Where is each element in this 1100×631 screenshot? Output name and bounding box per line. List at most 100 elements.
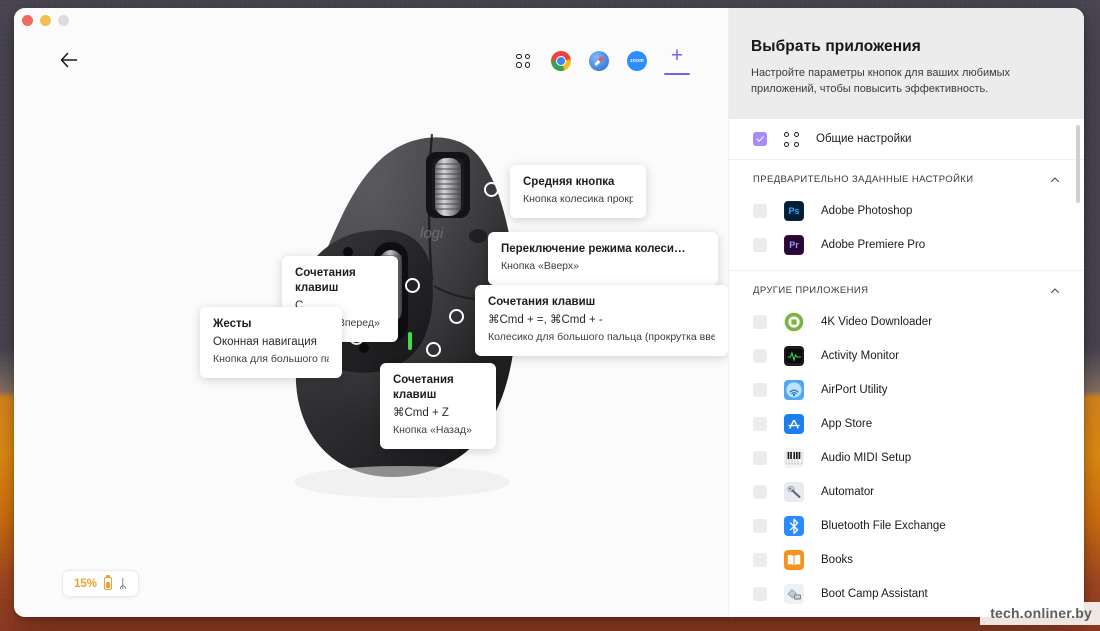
list-item-airport-utility[interactable]: AirPort Utility (729, 373, 1084, 407)
callout-value: Оконная навигация (213, 336, 317, 348)
checkbox-airport-utility[interactable] (753, 383, 767, 397)
grid-dots-icon (515, 53, 531, 69)
checkbox-adobe-photoshop[interactable] (753, 204, 767, 218)
section-title: ПРЕДВАРИТЕЛЬНО ЗАДАННЫЕ НАСТРОЙКИ (753, 174, 974, 185)
callout-thumbwheel-shortcut[interactable]: Сочетания клавиш ⌘Cmd + =, ⌘Cmd + - Коле… (475, 285, 728, 356)
safari-icon (589, 50, 609, 71)
checkbox-bluetooth-file-exchange[interactable] (753, 519, 767, 533)
list-item-general-settings[interactable]: Общие настройки (729, 119, 1084, 159)
automator-icon (784, 482, 804, 502)
list-item-app-store[interactable]: App Store (729, 407, 1084, 441)
section-title: ДРУГИЕ ПРИЛОЖЕНИЯ (753, 285, 869, 296)
audio-midi-setup-icon (784, 448, 804, 468)
list-item-label: Activity Monitor (821, 350, 899, 362)
4k-video-downloader-icon (784, 312, 804, 332)
checkbox-4k-video-downloader[interactable] (753, 315, 767, 329)
select-applications-panel: Выбрать приложения Настройте параметры к… (728, 8, 1084, 617)
section-header-presets[interactable]: ПРЕДВАРИТЕЛЬНО ЗАДАННЫЕ НАСТРОЙКИ (729, 159, 1084, 194)
app-store-icon (784, 414, 804, 434)
chrome-icon (551, 50, 571, 71)
checkbox-automator[interactable] (753, 485, 767, 499)
hotspot-middle-button[interactable] (484, 182, 499, 197)
section-header-other-apps[interactable]: ДРУГИЕ ПРИЛОЖЕНИЯ (729, 270, 1084, 305)
list-item-books[interactable]: Books (729, 543, 1084, 577)
svg-text:logi: logi (420, 225, 444, 242)
callout-title: Жесты (213, 318, 252, 330)
application-list[interactable]: Общие настройки ПРЕДВАРИТЕЛЬНО ЗАДАННЫЕ … (729, 119, 1084, 617)
scrollbar-thumb[interactable] (1076, 125, 1080, 203)
list-item-4k-video-downloader[interactable]: 4K Video Downloader (729, 305, 1084, 339)
list-item-label: Adobe Photoshop (821, 205, 913, 217)
checkbox-app-store[interactable] (753, 417, 767, 431)
callout-subtitle: Кнопка для большого пальца (213, 353, 329, 365)
callout-title: Средняя кнопка (523, 176, 615, 188)
panel-description: Настройте параметры кнопок для ваших люб… (751, 67, 1011, 95)
books-icon (784, 550, 804, 570)
checkbox-books[interactable] (753, 553, 767, 567)
checkbox-boot-camp-assistant[interactable] (753, 587, 767, 601)
panel-header: Выбрать приложения Настройте параметры к… (729, 8, 1084, 119)
minimize-window-button[interactable] (40, 15, 51, 26)
adobe-photoshop-icon: Ps (784, 201, 804, 221)
tab-general-settings[interactable] (512, 50, 534, 72)
plus-icon: + (670, 44, 684, 67)
callout-value: ⌘Cmd + Z (393, 407, 449, 419)
callout-subtitle: Кнопка колесика прокрутки (523, 193, 633, 205)
list-item-label: Boot Camp Assistant (821, 588, 928, 600)
grid-dots-icon (784, 131, 799, 147)
logi-options-window: zoom + logi Средняя кнопка Кнопка колеси… (14, 8, 1084, 617)
checkbox-adobe-premiere-pro[interactable] (753, 238, 767, 252)
adobe-premiere-pro-icon: Pr (784, 235, 804, 255)
list-item-label: Adobe Premiere Pro (821, 239, 926, 251)
callout-title: Сочетания клавиш (488, 296, 596, 308)
back-arrow-icon (60, 52, 78, 68)
scrollbar-track[interactable] (1076, 125, 1080, 611)
hotspot-thumbwheel[interactable] (449, 309, 464, 324)
list-item-label: AirPort Utility (821, 384, 888, 396)
checkbox-activity-monitor[interactable] (753, 349, 767, 363)
hotspot-back-button[interactable] (426, 342, 441, 357)
tab-safari[interactable] (588, 50, 610, 72)
callout-back-shortcut[interactable]: Сочетания клавиш ⌘Cmd + Z Кнопка «Назад» (380, 363, 496, 449)
list-item-label: App Store (821, 418, 873, 430)
callout-value: ⌘Cmd + =, ⌘Cmd + - (488, 314, 603, 326)
zoom-icon: zoom (627, 50, 647, 71)
list-item-label: Общие настройки (816, 133, 912, 145)
list-item-automator[interactable]: Automator (729, 475, 1084, 509)
callout-middle-button[interactable]: Средняя кнопка Кнопка колесика прокрутки (510, 165, 646, 218)
callout-title: Переключение режима колеси… (501, 243, 686, 255)
list-item-audio-midi-setup[interactable]: Audio MIDI Setup (729, 441, 1084, 475)
callout-gestures[interactable]: Жесты Оконная навигация Кнопка для больш… (200, 307, 342, 378)
chevron-up-icon (1050, 287, 1060, 293)
list-item-adobe-photoshop[interactable]: Ps Adobe Photoshop (729, 194, 1084, 228)
callout-title: Сочетания клавиш (393, 374, 454, 401)
add-application-button[interactable]: + (664, 44, 690, 75)
app-tab-strip: zoom + (512, 44, 690, 75)
list-item-bluetooth-file-exchange[interactable]: Bluetooth File Exchange (729, 509, 1084, 543)
battery-status-chip[interactable]: 15% ᛦ (62, 570, 139, 597)
bluetooth-icon: ᛦ (119, 576, 127, 591)
list-item-label: Bluetooth File Exchange (821, 520, 946, 532)
tab-chrome[interactable] (550, 50, 572, 72)
list-item-label: Audio MIDI Setup (821, 452, 912, 464)
back-button[interactable] (58, 49, 80, 71)
maximize-window-button[interactable] (58, 15, 69, 26)
callout-title: Сочетания клавиш (295, 267, 356, 294)
hotspot-forward-button[interactable] (405, 278, 420, 293)
checkbox-audio-midi-setup[interactable] (753, 451, 767, 465)
callout-wheel-mode-toggle[interactable]: Переключение режима колеси… Кнопка «Ввер… (488, 232, 718, 285)
chevron-up-icon (1050, 176, 1060, 182)
panel-title: Выбрать приложения (751, 38, 921, 55)
list-item-adobe-premiere-pro[interactable]: Pr Adobe Premiere Pro (729, 228, 1084, 262)
callout-subtitle: Кнопка «Вверх» (501, 260, 579, 272)
checkbox-general-settings[interactable] (753, 132, 767, 146)
airport-utility-icon (784, 380, 804, 400)
active-tab-indicator (664, 73, 690, 75)
callout-subtitle: Кнопка «Назад» (393, 424, 472, 436)
list-item-activity-monitor[interactable]: Activity Monitor (729, 339, 1084, 373)
device-configuration-pane: zoom + logi Средняя кнопка Кнопка колеси… (14, 8, 728, 617)
activity-monitor-icon (784, 346, 804, 366)
callout-subtitle: Колесико для большого пальца (прокрутка … (488, 331, 715, 343)
close-window-button[interactable] (22, 15, 33, 26)
tab-zoom[interactable]: zoom (626, 50, 648, 72)
